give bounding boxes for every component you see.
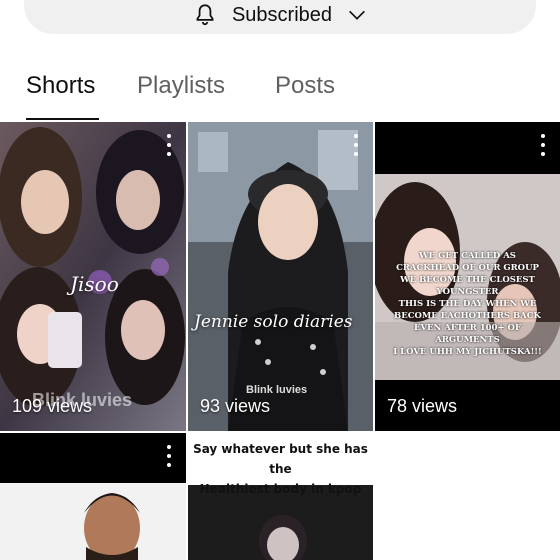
short-thumbnail-4[interactable]: [0, 433, 186, 560]
more-options-icon[interactable]: [166, 134, 172, 156]
short-overlay-caption: Say whatever but she has the Healthiest …: [193, 442, 368, 496]
tab-shorts[interactable]: Shorts: [26, 72, 95, 100]
short-thumbnail-3[interactable]: WE GET CALLED AS CRACKHEAD OF OUR GROUP …: [375, 122, 560, 431]
short-watermark: Blink luvies: [246, 384, 308, 396]
short-view-count: 78 views: [387, 396, 458, 416]
chevron-down-icon: [346, 4, 368, 26]
more-options-icon[interactable]: [353, 134, 359, 156]
short-overlay-title: Jennie solo diaries: [194, 312, 353, 332]
short-view-count: 109 views: [12, 396, 93, 416]
short-overlay-title: Jisoo: [70, 272, 119, 296]
short-thumbnail-1[interactable]: Jisoo Blink luvies 109 views: [0, 122, 186, 431]
short-thumbnail-2[interactable]: Jennie solo diaries Blink luvies 93 view…: [188, 122, 373, 431]
channel-tabs: Shorts Playlists Posts: [0, 62, 560, 120]
active-tab-indicator: [26, 118, 99, 120]
short-view-count: 93 views: [200, 396, 271, 416]
bell-icon: [192, 2, 218, 28]
subscribed-label: Subscribed: [231, 3, 333, 26]
short-thumbnail-5[interactable]: Say whatever but she has the Healthiest …: [188, 433, 373, 560]
tab-playlists[interactable]: Playlists: [137, 72, 225, 100]
short-overlay-text: WE GET CALLED AS CRACKHEAD OF OUR GROUP …: [393, 251, 542, 357]
more-options-icon[interactable]: [166, 445, 172, 467]
subscribed-button[interactable]: Subscribed: [24, 0, 536, 34]
more-options-icon[interactable]: [540, 134, 546, 156]
tab-posts[interactable]: Posts: [275, 72, 335, 100]
short-thumbnail-image: [0, 433, 186, 560]
